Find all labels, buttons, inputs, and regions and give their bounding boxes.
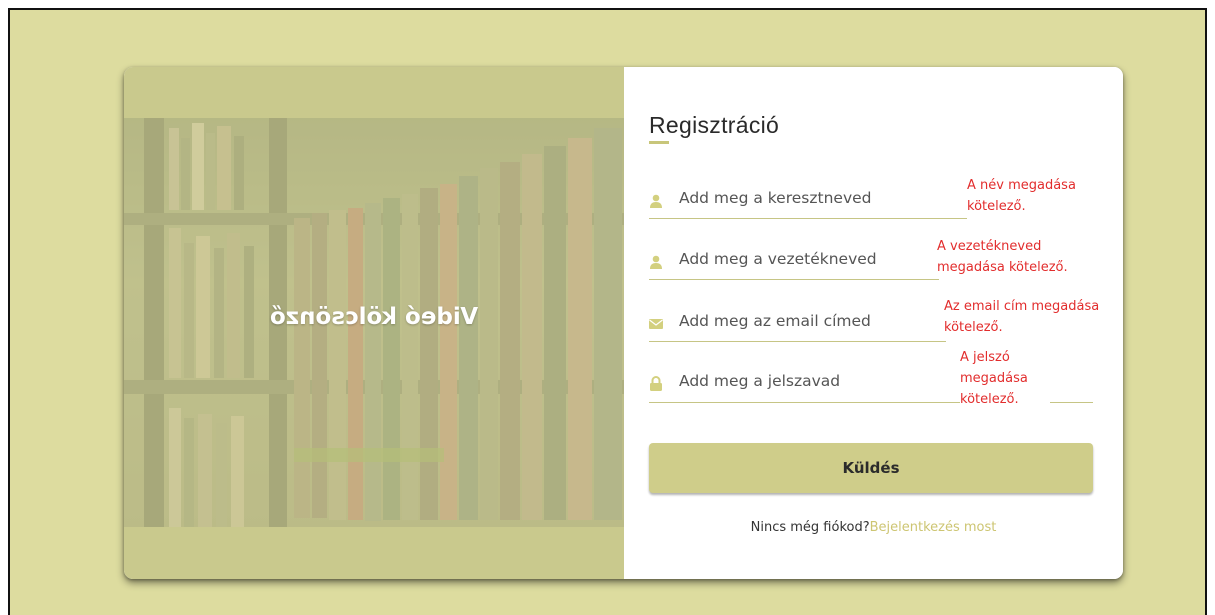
- last-name-error: A vezetékneved megadása kötelező.: [937, 239, 1068, 275]
- hero-panel: Videó kölcsönző: [124, 67, 624, 579]
- password-error: A jelszó megadása kötelező.: [960, 347, 1050, 410]
- submit-button[interactable]: Küldés: [649, 443, 1093, 493]
- password-input[interactable]: [679, 368, 939, 394]
- first-name-field: [649, 175, 967, 219]
- login-prompt: Nincs még fiókod?Bejelentkezés most: [624, 520, 1123, 535]
- page-background: Videó kölcsönző Regisztráció A név megad…: [8, 8, 1207, 615]
- registration-card: Videó kölcsönző Regisztráció A név megad…: [124, 67, 1123, 579]
- last-name-input[interactable]: [679, 246, 939, 272]
- first-name-input[interactable]: [679, 185, 939, 211]
- email-error: Az email cím megadása kötelező.: [944, 299, 1100, 335]
- user-icon: [649, 193, 663, 208]
- title-underline: [649, 141, 669, 144]
- envelope-icon: [649, 316, 663, 330]
- user-icon: [649, 254, 663, 269]
- last-name-field: [649, 236, 939, 280]
- email-field: [649, 298, 946, 342]
- lock-icon: [649, 376, 663, 391]
- hero-title: Videó kölcsönző: [269, 304, 479, 330]
- email-input[interactable]: [679, 308, 939, 334]
- login-link[interactable]: Bejelentkezés most: [870, 520, 997, 535]
- form-title: Regisztráció: [649, 112, 780, 138]
- registration-form: Regisztráció A név megadása kötelező. A …: [624, 67, 1123, 579]
- first-name-error: A név megadása kötelező.: [967, 178, 1076, 214]
- login-prompt-text: Nincs még fiókod?: [750, 520, 870, 535]
